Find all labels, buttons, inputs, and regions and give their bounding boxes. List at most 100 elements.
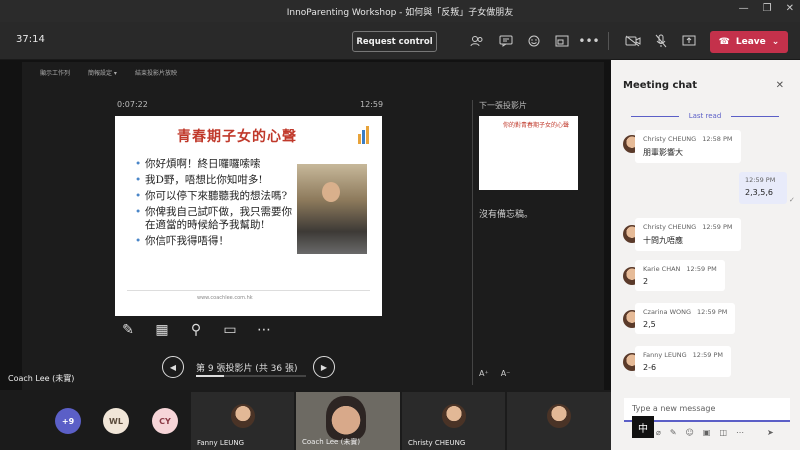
- participant-avatar[interactable]: WL: [103, 408, 129, 434]
- slide-bullet: 你好煩啊！終日囉囉嗦嗦: [135, 158, 295, 171]
- panel-divider: [472, 100, 473, 385]
- last-read-divider: Last read: [621, 110, 789, 122]
- message-author: Christy CHEUNG: [643, 135, 697, 143]
- tile-name: Coach Lee (未實): [302, 438, 361, 446]
- previous-slide-button[interactable]: ◀: [162, 356, 184, 378]
- message-time: 12:58 PM: [702, 135, 733, 143]
- share-screen-icon[interactable]: [680, 32, 698, 50]
- current-slide: 青春期子女的心聲 你好煩啊！終日囉囉嗦嗦 我D野，唔想比你知咁多! 你可以停下來…: [115, 116, 382, 316]
- chat-message[interactable]: Christy CHEUNG 12:59 PM 十問九唔應: [635, 218, 741, 251]
- slide-bullet: 你信吓我得唔得！: [135, 235, 295, 248]
- black-screen-icon[interactable]: ▭: [220, 320, 240, 340]
- see-all-slides-icon[interactable]: ▦: [152, 320, 172, 340]
- participant-video: [442, 404, 466, 428]
- send-icon[interactable]: ➤: [767, 428, 774, 437]
- message-author: Czarina WONG: [643, 308, 692, 316]
- message-time: 12:59 PM: [692, 351, 723, 359]
- next-slide-button[interactable]: ▶: [313, 356, 335, 378]
- chat-icon[interactable]: [497, 32, 515, 50]
- compose-toolbar: ⌀ ✎ ☺ ▣ ◫ ⋯ ➤: [628, 428, 788, 437]
- video-tile[interactable]: Fanny LEUNG: [191, 392, 294, 450]
- slide-tools: ✎ ▦ ⚲ ▭ ⋯: [118, 320, 274, 340]
- slide-bullet-list: 你好煩啊！終日囉囉嗦嗦 我D野，唔想比你知咁多! 你可以停下來聽聽我的想法嗎? …: [135, 158, 295, 251]
- emoji-icon[interactable]: ☺: [686, 428, 694, 437]
- message-time: 12:59 PM: [745, 176, 776, 184]
- notes-font-controls: A⁺ A⁻: [479, 369, 510, 378]
- own-chat-message[interactable]: 12:59 PM 2,3,5,6: [739, 172, 787, 204]
- slide-bullet: 你俾我自己試吓做，我只需要你在適當的時候給予我幫助!: [135, 206, 295, 232]
- close-icon[interactable]: ✕: [776, 80, 784, 91]
- chat-header: Meeting chat: [623, 80, 698, 91]
- more-options-icon[interactable]: ⋯: [254, 320, 274, 340]
- elapsed-time: 0:07:22: [117, 100, 148, 109]
- participant-video: [326, 396, 366, 440]
- chat-message[interactable]: Czarina WONG 12:59 PM 2,5: [635, 303, 736, 334]
- message-text: 2: [643, 277, 649, 286]
- message-text: 朋輩影響大: [643, 148, 683, 157]
- minimize-button[interactable]: —: [739, 3, 749, 14]
- message-text: 2,3,5,6: [745, 188, 773, 197]
- leave-label: Leave: [735, 37, 766, 47]
- more-actions-icon[interactable]: ⋯: [736, 428, 744, 437]
- reactions-icon[interactable]: [525, 32, 543, 50]
- participant-video: [231, 404, 255, 428]
- video-tile[interactable]: Coach Lee (未實): [296, 392, 400, 450]
- presentation-clock: 12:59: [360, 100, 384, 109]
- message-author: Karie CHAN: [643, 265, 681, 273]
- display-settings-button[interactable]: 簡報設定 ▾: [88, 68, 117, 77]
- tile-name: Fanny LEUNG: [197, 439, 245, 447]
- meeting-chat-panel: Meeting chat ✕ Last read Christy CHEUNG 1…: [611, 60, 800, 450]
- video-tile[interactable]: [507, 392, 611, 450]
- coach-logo-icon: [358, 126, 369, 144]
- window-titlebar: InnoParenting Workshop - 如何與「反叛」子女做朋友 — …: [0, 0, 800, 22]
- slide-bullet: 我D野，唔想比你知咁多!: [135, 174, 295, 187]
- more-participants-badge[interactable]: +9: [55, 408, 81, 434]
- message-time: 12:59 PM: [702, 223, 733, 231]
- zoom-icon[interactable]: ⚲: [186, 320, 206, 340]
- attach-icon[interactable]: ⌀: [656, 428, 661, 437]
- chevron-down-icon: ⌄: [771, 37, 780, 47]
- message-author: Christy CHEUNG: [643, 223, 697, 231]
- speaker-notes: 沒有備忘稿。: [479, 210, 534, 220]
- slide-title: 青春期子女的心聲: [177, 129, 297, 145]
- read-receipt-icon: ✓: [789, 196, 795, 204]
- slide-counter: 第 9 張投影片 (共 36 張): [196, 364, 298, 374]
- slide-progress-fill: [196, 375, 224, 377]
- next-slide-thumbnail[interactable]: 你的對青春期子女的心聲: [479, 116, 578, 190]
- restore-button[interactable]: ❐: [763, 3, 772, 14]
- request-control-button[interactable]: Request control: [352, 31, 437, 52]
- close-window-button[interactable]: ✕: [786, 3, 794, 14]
- message-time: 12:59 PM: [686, 265, 717, 273]
- rooms-icon[interactable]: [553, 32, 571, 50]
- increase-font-icon[interactable]: A⁺: [479, 369, 489, 378]
- gif-icon[interactable]: ▣: [703, 428, 711, 437]
- slide-footer-url: www.coachlee.com.hk: [197, 295, 253, 301]
- people-icon[interactable]: [468, 32, 486, 50]
- next-slide-label: 下一張投影片: [479, 101, 527, 110]
- slide-progress: [196, 375, 306, 377]
- leave-button[interactable]: ☎ Leave ⌄: [710, 31, 788, 53]
- chat-message[interactable]: Karie CHAN 12:59 PM 2: [635, 260, 725, 291]
- slide-photo: [297, 164, 367, 254]
- chat-message[interactable]: Fanny LEUNG 12:59 PM 2-6: [635, 346, 731, 377]
- mic-off-icon[interactable]: [652, 32, 670, 50]
- sticker-icon[interactable]: ◫: [719, 428, 727, 437]
- more-icon[interactable]: •••: [578, 32, 599, 50]
- video-tile[interactable]: Christy CHEUNG: [402, 392, 505, 450]
- show-taskbar-button[interactable]: 顯示工作列: [40, 68, 70, 77]
- phone-hangup-icon: ☎: [718, 37, 730, 47]
- meeting-toolbar: 37:14 Request control ••• ☎ Leave ⌄: [0, 22, 800, 60]
- chat-message[interactable]: Christy CHEUNG 12:58 PM 朋輩影響大: [635, 130, 741, 163]
- format-icon[interactable]: ✎: [670, 428, 677, 437]
- pen-icon[interactable]: ✎: [118, 320, 138, 340]
- participant-video: [547, 404, 571, 428]
- camera-off-icon[interactable]: [624, 32, 642, 50]
- participant-avatar[interactable]: CY: [152, 408, 178, 434]
- end-slideshow-button[interactable]: 結束投影片放映: [135, 68, 177, 77]
- decrease-font-icon[interactable]: A⁻: [501, 369, 511, 378]
- presenter-name-tag: Coach Lee (未實): [8, 374, 75, 383]
- next-slide-title: 你的對青春期子女的心聲: [503, 122, 570, 129]
- shared-screen: 顯示工作列 簡報設定 ▾ 結束投影片放映 0:07:22 12:59 青春期子女…: [22, 62, 604, 390]
- toolbar-divider: [608, 32, 609, 50]
- message-time: 12:59 PM: [697, 308, 728, 316]
